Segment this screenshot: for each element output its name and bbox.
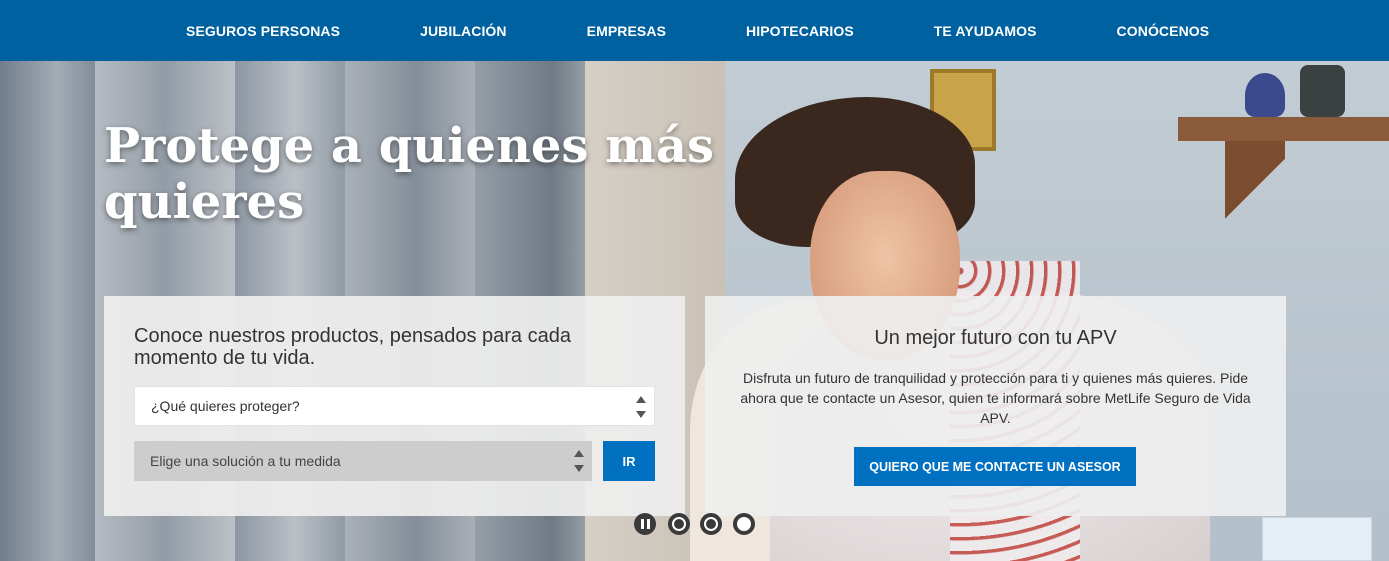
nav-item-seguros-personas[interactable]: SEGUROS PERSONAS: [186, 23, 340, 39]
main-nav: SEGUROS PERSONAS JUBILACIÓN EMPRESAS HIP…: [0, 0, 1389, 61]
slide-dot-1[interactable]: [668, 513, 690, 535]
hero-background-figurine: [1300, 65, 1345, 117]
apv-title: Un mejor futuro con tu APV: [874, 327, 1117, 349]
hero-background-figurine: [1245, 73, 1285, 117]
apv-panel: Un mejor futuro con tu APV Disfruta un f…: [705, 296, 1286, 516]
apv-description: Disfruta un futuro de tranquilidad y pro…: [740, 370, 1251, 426]
slide-dot-2[interactable]: [700, 513, 722, 535]
contact-advisor-button[interactable]: QUIERO QUE ME CONTACTE UN ASESOR: [854, 447, 1136, 486]
hero-background-drawing: [1262, 517, 1372, 561]
dot-icon: [737, 517, 751, 531]
dot-icon: [672, 517, 686, 531]
nav-item-conocenos[interactable]: CONÓCENOS: [1117, 23, 1210, 39]
solution-select-value: Elige una solución a tu medida: [150, 453, 341, 469]
pause-icon[interactable]: [634, 513, 656, 535]
nav-item-hipotecarios[interactable]: HIPOTECARIOS: [746, 23, 854, 39]
hero-background-shelf: [1178, 117, 1389, 141]
nav-item-empresas[interactable]: EMPRESAS: [587, 23, 666, 39]
dot-icon: [704, 517, 718, 531]
select-arrows-icon: [574, 450, 584, 472]
solution-select[interactable]: Elige una solución a tu medida: [134, 441, 592, 481]
hero-background-curtain: [0, 61, 95, 561]
hero-background-shelf-bracket: [1225, 141, 1285, 236]
nav-item-jubilacion[interactable]: JUBILACIÓN: [420, 23, 507, 39]
nav-item-te-ayudamos[interactable]: TE AYUDAMOS: [934, 23, 1037, 39]
product-finder-title: Conoce nuestros productos, pensados para…: [134, 325, 571, 369]
protect-select-value: ¿Qué quieres proteger?: [151, 398, 300, 414]
select-arrows-icon: [636, 396, 646, 418]
product-finder-panel: Conoce nuestros productos, pensados para…: [104, 296, 685, 516]
go-button[interactable]: IR: [603, 441, 655, 481]
slide-dot-3-active[interactable]: [733, 513, 755, 535]
protect-select[interactable]: ¿Qué quieres proteger?: [134, 386, 655, 426]
hero-headline: Protege a quienes más quieres: [104, 118, 715, 230]
